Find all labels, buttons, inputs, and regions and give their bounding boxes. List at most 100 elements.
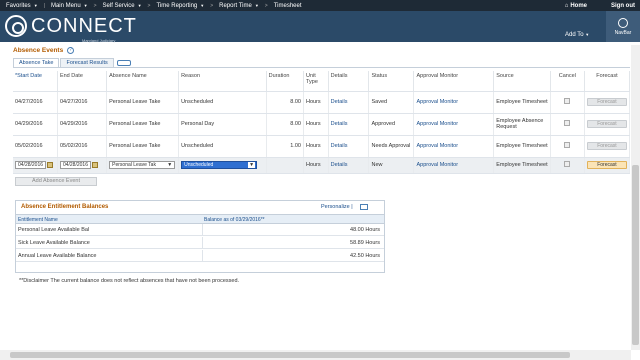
unit-type: Hours xyxy=(303,91,329,114)
status: Approved xyxy=(368,113,415,136)
source: Employee Timesheet xyxy=(493,135,551,158)
add-to-menu[interactable]: Add To ▼ xyxy=(565,32,589,38)
chevron-down-icon: ▼ xyxy=(200,3,205,8)
end-date: 05/02/2016 xyxy=(57,135,108,158)
cancel-checkbox[interactable] xyxy=(564,142,571,148)
reason-value: Unscheduled xyxy=(184,162,214,168)
col-status: Status xyxy=(368,71,415,92)
duration: 1.00 xyxy=(266,135,304,158)
menu-favorites[interactable]: Favorites ▼ xyxy=(0,3,44,9)
menu-time-reporting[interactable]: Time Reporting ▼ xyxy=(150,3,210,9)
balance-value: 58.89 Hours xyxy=(350,240,380,246)
menu-timesheet[interactable]: Timesheet xyxy=(268,3,308,9)
balances-title: Absence Entitlement Balances xyxy=(21,204,109,210)
balance-row: Annual Leave Available Balance 42.50 Hou… xyxy=(16,250,384,262)
unit-type: Hours xyxy=(303,157,329,174)
add-absence-event-button[interactable]: Add Absence Event xyxy=(15,177,97,186)
col-duration: Duration xyxy=(266,71,304,92)
header-banner: CONNECT Maryland Judiciary Add To ▼ xyxy=(0,11,640,43)
compass-icon xyxy=(618,17,628,28)
main-content: Absence Events ? Absence Take Forecast R… xyxy=(10,45,631,350)
tab-divider xyxy=(13,67,630,68)
absence-name-cell: Personal Leave Tak ▼ xyxy=(106,157,180,174)
col-entitlement-name: Entitlement Name xyxy=(18,217,58,223)
chevron-down-icon: ▼ xyxy=(83,3,88,8)
source: Employee Timesheet xyxy=(493,91,551,114)
sign-out-link[interactable]: Sign out xyxy=(611,0,635,11)
reason-select[interactable]: Unscheduled ▼ xyxy=(181,161,258,169)
details-link[interactable]: Details xyxy=(328,113,370,136)
col-unit-type: Unit Type xyxy=(303,71,329,92)
show-all-columns-icon[interactable] xyxy=(116,60,131,66)
column-divider xyxy=(202,237,203,249)
menu-report-time[interactable]: Report Time ▼ xyxy=(213,3,265,9)
cancel-checkbox[interactable] xyxy=(564,98,571,104)
start-date: 04/27/2016 xyxy=(13,91,58,114)
calendar-icon[interactable] xyxy=(47,162,54,168)
entitlement-name: Sick Leave Available Balance xyxy=(18,240,90,246)
vertical-scrollbar[interactable] xyxy=(631,45,640,350)
menu-main-menu[interactable]: Main Menu ▼ xyxy=(45,3,94,9)
approval-monitor-link[interactable]: Approval Monitor xyxy=(413,91,495,114)
navbar-button[interactable]: NavBar xyxy=(606,11,640,42)
start-date-cell: 04/28/2016 xyxy=(13,157,58,174)
absence-name-select[interactable]: Personal Leave Tak ▼ xyxy=(109,161,176,169)
approval-monitor-link[interactable]: Approval Monitor xyxy=(413,113,495,136)
table-row: 05/02/2016 05/02/2016 Personal Leave Tak… xyxy=(13,135,631,158)
absence-name-value: Personal Leave Tak xyxy=(112,162,156,168)
forecast-button[interactable]: Forecast xyxy=(586,98,627,106)
balance-row: Sick Leave Available Balance 58.89 Hours xyxy=(16,237,384,249)
menu-self-service[interactable]: Self Service ▼ xyxy=(97,3,148,9)
column-divider xyxy=(202,224,203,236)
cancel-cell xyxy=(550,91,585,114)
chevron-down-icon: ▼ xyxy=(248,162,256,168)
cancel-cell xyxy=(550,113,585,136)
balance-value: 48.00 Hours xyxy=(350,227,380,233)
status: Needs Approval xyxy=(368,135,415,158)
end-date-input[interactable]: 04/28/2016 xyxy=(59,161,91,169)
scroll-thumb[interactable] xyxy=(10,352,570,358)
column-divider xyxy=(202,250,203,262)
entitlement-name: Annual Leave Available Balance xyxy=(18,253,97,259)
details-link[interactable]: Details xyxy=(328,91,370,114)
approval-monitor-link[interactable]: Approval Monitor xyxy=(413,157,495,174)
home-link[interactable]: ⌂ Home xyxy=(565,0,587,11)
table-row: 04/27/2016 04/27/2016 Personal Leave Tak… xyxy=(13,91,631,114)
cancel-checkbox[interactable] xyxy=(564,161,571,167)
horizontal-scrollbar[interactable] xyxy=(0,350,631,360)
reason: Unscheduled xyxy=(178,91,267,114)
forecast-button[interactable]: Forecast xyxy=(586,120,627,128)
grid-icon[interactable] xyxy=(360,204,368,210)
col-start-date[interactable]: *Start Date xyxy=(13,71,58,92)
logo-icon xyxy=(5,15,27,37)
unit-type: Hours xyxy=(303,113,329,136)
col-absence-name: Absence Name xyxy=(106,71,180,92)
scroll-thumb[interactable] xyxy=(632,165,639,345)
table-row: 04/29/2016 04/29/2016 Personal Leave Tak… xyxy=(13,113,631,136)
source: Employee Timesheet xyxy=(493,157,551,174)
personalize-link[interactable]: Personalize | xyxy=(321,204,353,210)
top-menu-bar: Favorites ▼ | Main Menu ▼ > Self Service ▼ … xyxy=(0,0,640,11)
calendar-icon[interactable] xyxy=(91,162,98,168)
details-link[interactable]: Details xyxy=(328,157,370,174)
chevron-down-icon: ▼ xyxy=(585,32,590,37)
home-label: Home xyxy=(570,2,587,9)
reason: Personal Day xyxy=(178,113,267,136)
logo-text: CONNECT xyxy=(31,15,137,37)
absence-events-title: Absence Events xyxy=(13,47,64,54)
forecast-cell: Forecast xyxy=(584,113,631,136)
duration: 8.00 xyxy=(266,91,304,114)
forecast-button[interactable]: Forecast xyxy=(586,142,627,150)
menu-main-menu-label: Main Menu xyxy=(50,2,81,9)
start-date: 05/02/2016 xyxy=(13,135,58,158)
status: New xyxy=(368,157,415,174)
help-icon[interactable]: ? xyxy=(67,47,74,54)
cancel-checkbox[interactable] xyxy=(564,120,571,126)
absence-name: Personal Leave Take xyxy=(106,135,180,158)
start-date-input[interactable]: 04/28/2016 xyxy=(15,161,47,169)
details-link[interactable]: Details xyxy=(328,135,370,158)
status: Saved xyxy=(368,91,415,114)
forecast-button[interactable]: Forecast xyxy=(586,161,627,169)
approval-monitor-link[interactable]: Approval Monitor xyxy=(413,135,495,158)
logo-subtitle: Maryland Judiciary xyxy=(82,38,116,43)
